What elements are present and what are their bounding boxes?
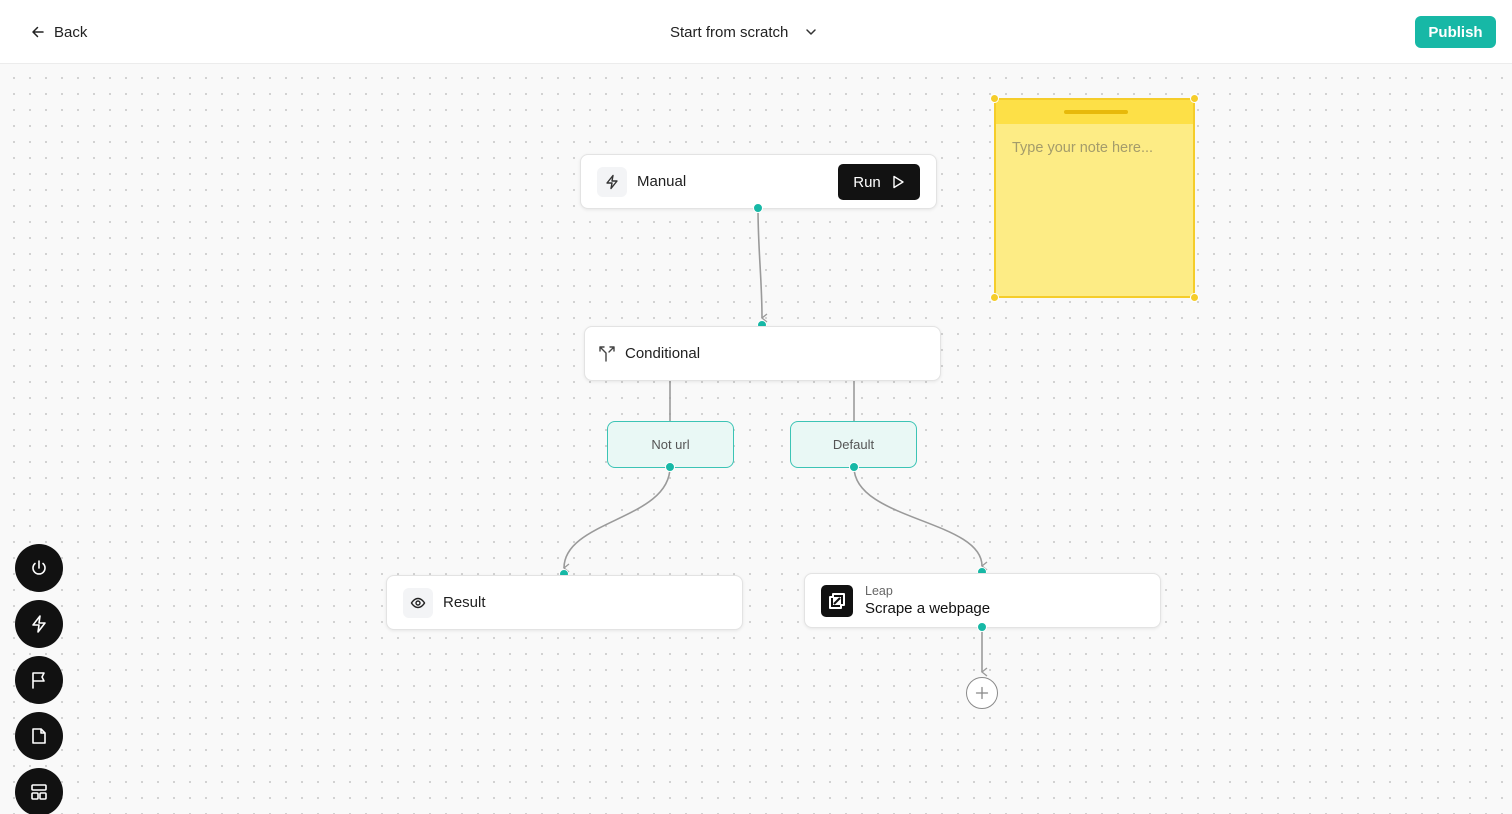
eye-icon (403, 587, 433, 618)
manual-output-handle[interactable] (753, 203, 763, 213)
split-arrows-icon (599, 345, 615, 362)
branch-not-url[interactable]: Not url (607, 421, 734, 468)
sticky-note-header[interactable] (996, 100, 1193, 124)
leap-scrape-node[interactable]: Leap Scrape a webpage (804, 573, 1161, 628)
flag-tool-button[interactable] (15, 656, 63, 704)
plus-icon (975, 686, 989, 700)
play-icon (893, 175, 904, 189)
sticky-resize-handle-bl[interactable] (990, 293, 999, 302)
leap-node-text: Leap Scrape a webpage (865, 583, 990, 619)
flag-icon (32, 672, 45, 689)
sticky-note[interactable]: Type your note here... (994, 98, 1195, 298)
power-tool-button[interactable] (15, 544, 63, 592)
branch-not-url-label: Not url (651, 437, 690, 452)
arrow-left-icon (32, 26, 44, 38)
layout-tool-button[interactable] (15, 768, 63, 814)
branch-default-handle[interactable] (849, 462, 859, 472)
run-label: Run (853, 173, 881, 191)
branch-not-url-handle[interactable] (665, 462, 675, 472)
run-button[interactable]: Run (838, 164, 920, 200)
sticky-resize-handle-tl[interactable] (990, 94, 999, 103)
conditional-node[interactable]: Conditional (584, 326, 941, 381)
sticky-drag-handle[interactable] (1064, 110, 1128, 114)
sticky-resize-handle-tr[interactable] (1190, 94, 1199, 103)
trigger-tool-button[interactable] (15, 600, 63, 648)
lightning-icon (32, 615, 46, 633)
layout-icon (31, 784, 47, 800)
sticky-note-placeholder[interactable]: Type your note here... (1012, 140, 1153, 156)
lightning-icon (597, 166, 627, 197)
template-label: Start from scratch (670, 23, 789, 41)
back-label: Back (54, 23, 88, 41)
branch-default[interactable]: Default (790, 421, 917, 468)
result-node[interactable]: Result (386, 575, 743, 630)
branch-default-label: Default (832, 437, 875, 452)
conditional-node-label: Conditional (625, 345, 701, 362)
file-icon (32, 728, 46, 744)
leap-node-label: Scrape a webpage (865, 599, 991, 617)
manual-trigger-node[interactable]: Manual Run (580, 154, 937, 209)
leap-logo-icon (821, 584, 853, 617)
template-selector[interactable]: Start from scratch (670, 18, 818, 46)
top-bar: Back Start from scratch Publish (0, 0, 1512, 64)
back-button[interactable]: Back (30, 18, 87, 46)
chevron-down-icon (806, 29, 817, 35)
note-tool-button[interactable] (15, 712, 63, 760)
power-icon (32, 560, 46, 575)
sticky-resize-handle-br[interactable] (1190, 293, 1199, 302)
leap-output-handle[interactable] (977, 622, 987, 632)
manual-node-label: Manual (637, 173, 687, 190)
result-node-label: Result (443, 594, 486, 611)
leap-provider-label: Leap (865, 583, 893, 598)
publish-button[interactable]: Publish (1415, 16, 1496, 48)
add-step-button[interactable] (966, 677, 998, 709)
